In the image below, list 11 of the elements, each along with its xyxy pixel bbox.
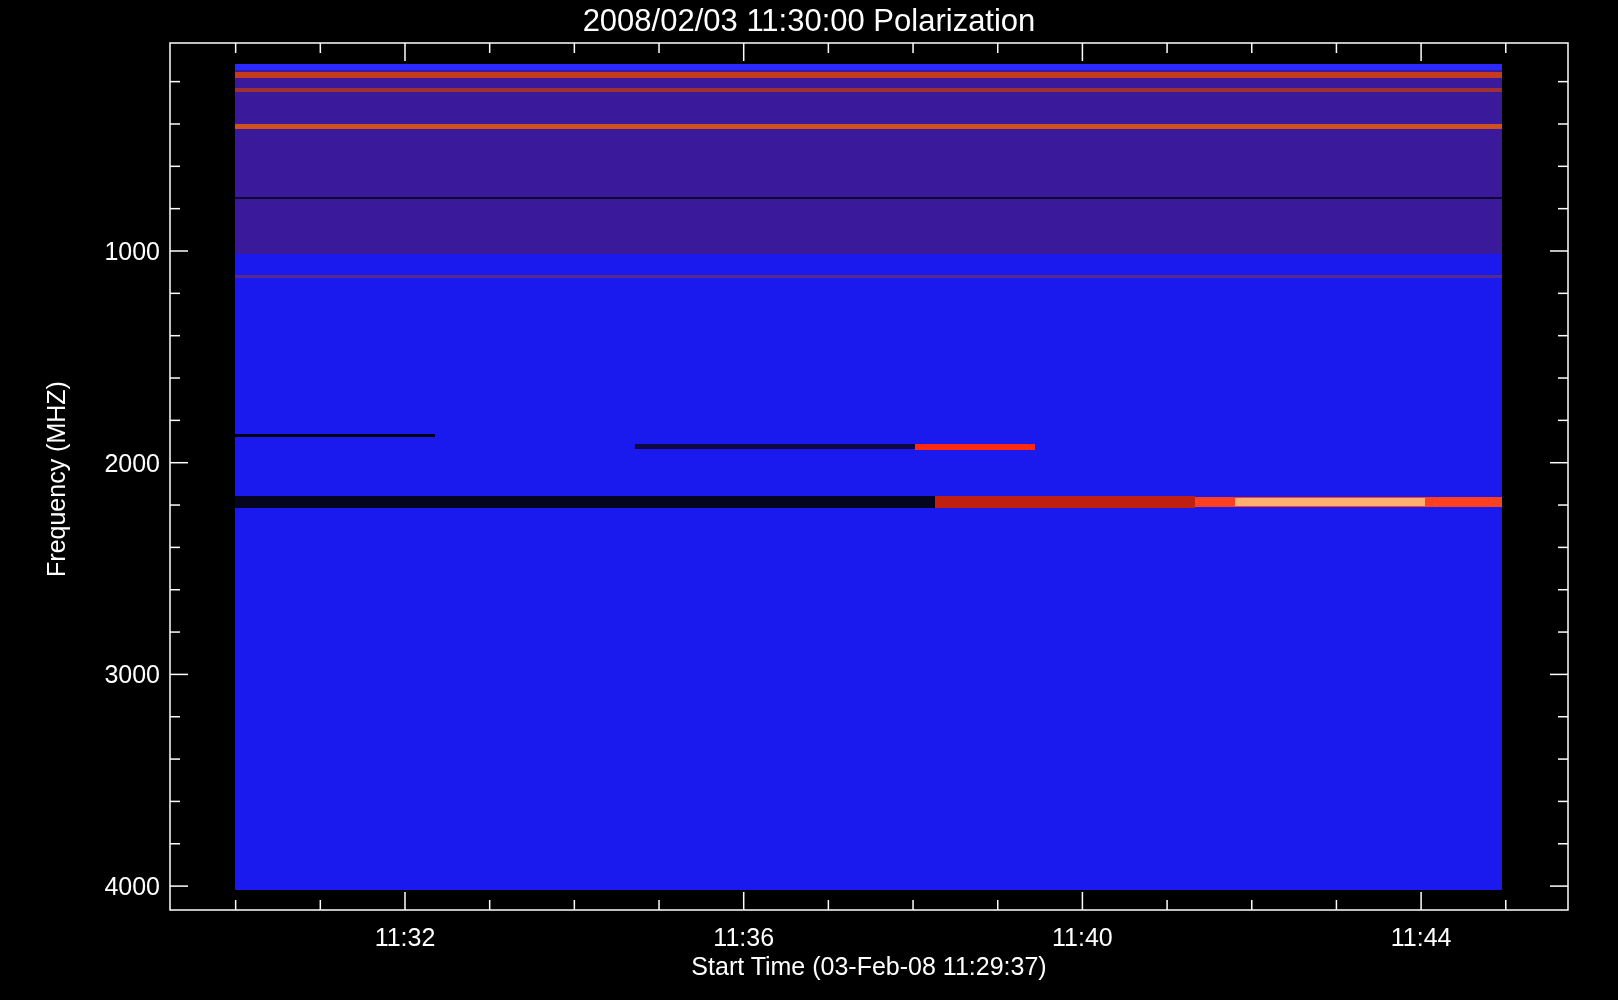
y-tick-label: 1000 <box>104 237 160 265</box>
x-tick-label: 11:32 <box>374 923 436 951</box>
chart-title: 2008/02/03 11:30:00 Polarization <box>582 3 1036 38</box>
y-tick-label: 4000 <box>104 872 160 901</box>
x-tick-label: 11:40 <box>1052 923 1113 951</box>
y-axis-label: Frequency (MHZ) <box>42 381 70 577</box>
x-tick-label: 11:36 <box>713 923 775 951</box>
y-tick-label: 3000 <box>104 660 160 689</box>
x-axis-label: Start Time (03-Feb-08 11:29:37) <box>691 952 1047 980</box>
y-tick-label: 2000 <box>104 448 160 477</box>
x-tick-label: 11:44 <box>1390 923 1452 951</box>
